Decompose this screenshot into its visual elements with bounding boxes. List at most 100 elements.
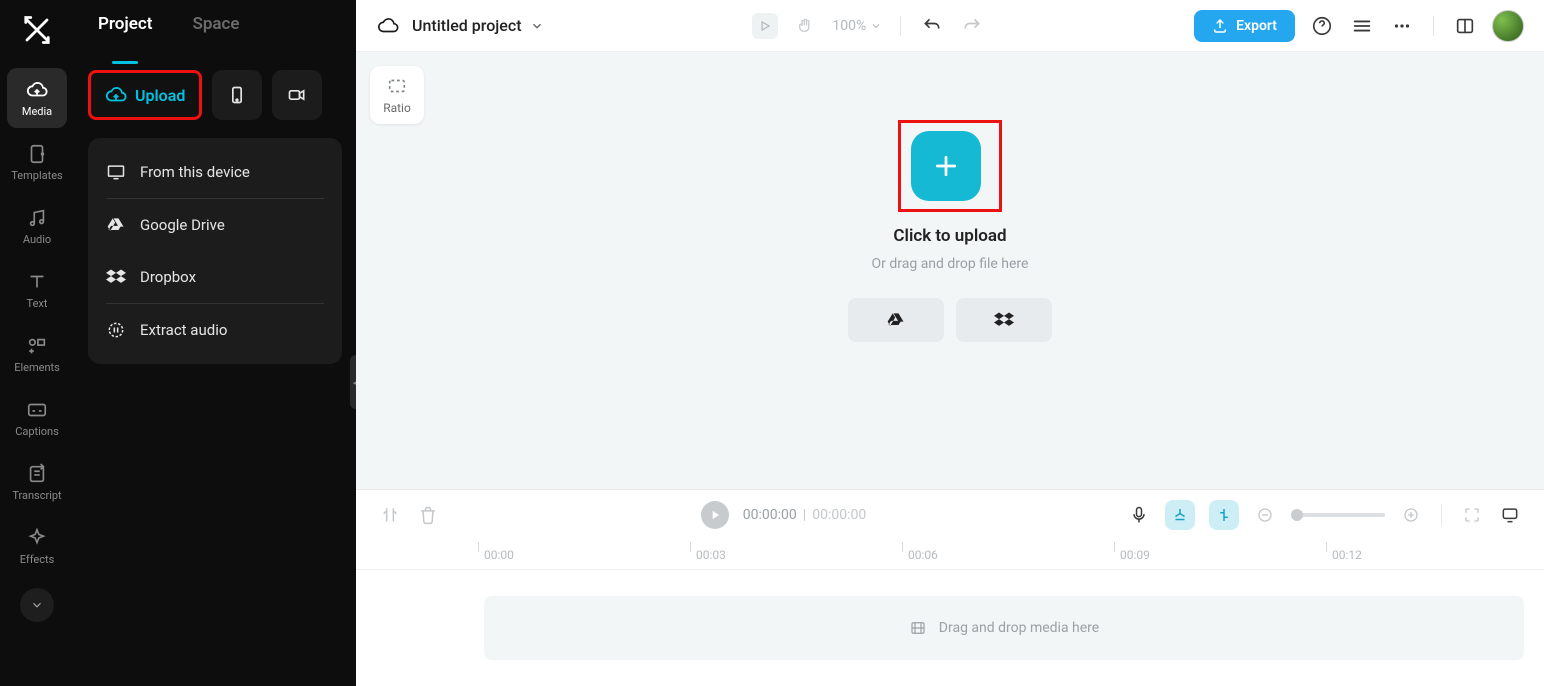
google-drive-icon xyxy=(106,215,126,235)
rail-label: Media xyxy=(22,105,52,118)
hand-pan-button[interactable] xyxy=(792,13,818,39)
rail-label: Effects xyxy=(20,553,55,566)
fit-timeline-button[interactable] xyxy=(1460,503,1484,527)
rail-label: Captions xyxy=(15,425,59,438)
redo-button[interactable] xyxy=(959,13,985,39)
menu-label: From this device xyxy=(140,163,250,181)
tab-project[interactable]: Project xyxy=(98,14,152,52)
text-icon xyxy=(26,271,48,293)
phone-button[interactable] xyxy=(212,70,262,120)
rail-audio[interactable]: Audio xyxy=(7,196,67,256)
delete-button[interactable] xyxy=(416,503,440,527)
rail-elements[interactable]: Elements xyxy=(7,324,67,384)
film-icon xyxy=(909,619,927,637)
split-button[interactable] xyxy=(378,503,402,527)
rail-media[interactable]: Media xyxy=(7,68,67,128)
timeline-drop-zone[interactable]: Drag and drop media here xyxy=(484,596,1524,660)
current-time: 00:00:00 xyxy=(743,507,797,523)
play-preview-button[interactable] xyxy=(752,13,778,39)
phone-icon xyxy=(227,85,247,105)
elements-icon xyxy=(26,335,48,357)
ratio-button[interactable]: Ratio xyxy=(370,66,424,124)
upload-menu: From this device Google Drive Dropbox xyxy=(88,138,342,364)
dropbox-upload-button[interactable] xyxy=(956,298,1052,342)
layout-toggle-button[interactable] xyxy=(1452,13,1478,39)
chevron-down-icon xyxy=(530,19,544,33)
google-drive-upload-button[interactable] xyxy=(848,298,944,342)
zoom-slider[interactable] xyxy=(1291,513,1385,517)
timeline-ruler[interactable]: 00:00 00:03 00:06 00:09 00:12 xyxy=(356,540,1544,570)
snap-toggle[interactable] xyxy=(1209,500,1239,530)
cloud-upload-icon xyxy=(105,84,127,106)
preview-monitor-button[interactable] xyxy=(1498,503,1522,527)
cloud-upload-icon xyxy=(26,79,48,101)
transcript-icon xyxy=(26,463,48,485)
ruler-tick: 00:09 xyxy=(1120,548,1332,562)
menu-label: Google Drive xyxy=(140,216,225,234)
ruler-tick: 00:06 xyxy=(908,548,1120,562)
magnetic-toggle[interactable] xyxy=(1165,500,1195,530)
menu-from-device[interactable]: From this device xyxy=(88,146,342,198)
upload-label: Upload xyxy=(135,86,185,105)
rail-label: Audio xyxy=(23,233,51,246)
stacks-button[interactable] xyxy=(1349,13,1375,39)
rail-text[interactable]: Text xyxy=(7,260,67,320)
mic-button[interactable] xyxy=(1127,503,1151,527)
topbar: Untitled project 100% xyxy=(356,0,1544,52)
tab-space[interactable]: Space xyxy=(192,14,239,52)
rail-label: Elements xyxy=(14,361,60,374)
captions-icon xyxy=(26,399,48,421)
cloud-status-icon[interactable] xyxy=(376,14,400,38)
zoom-in-button[interactable] xyxy=(1399,503,1423,527)
divider xyxy=(900,16,901,36)
menu-extract-audio[interactable]: Extract audio xyxy=(88,304,342,356)
timeline-play-button[interactable] xyxy=(701,501,729,529)
export-label: Export xyxy=(1236,18,1277,34)
extract-audio-icon xyxy=(106,320,126,340)
help-button[interactable] xyxy=(1309,13,1335,39)
preview-canvas: Ratio Click to upload Or drag and drop f… xyxy=(356,52,1544,489)
record-button[interactable] xyxy=(272,70,322,120)
sparkle-icon xyxy=(26,527,48,549)
export-icon xyxy=(1212,18,1228,34)
app-logo[interactable] xyxy=(15,8,59,52)
music-icon xyxy=(26,207,48,229)
menu-dropbox[interactable]: Dropbox xyxy=(88,251,342,303)
divider xyxy=(1441,504,1442,526)
avatar[interactable] xyxy=(1492,10,1524,42)
menu-label: Extract audio xyxy=(140,321,227,339)
rail-captions[interactable]: Captions xyxy=(7,388,67,448)
time-display: 00:00:00 | 00:00:00 xyxy=(743,507,866,523)
monitor-icon xyxy=(106,162,126,182)
rail-effects[interactable]: Effects xyxy=(7,516,67,576)
drag-drop-subtitle: Or drag and drop file here xyxy=(872,256,1029,272)
ruler-tick: 00:00 xyxy=(484,548,696,562)
export-button[interactable]: Export xyxy=(1194,10,1295,42)
dropbox-icon xyxy=(994,310,1014,330)
undo-button[interactable] xyxy=(919,13,945,39)
rail-transcript[interactable]: Transcript xyxy=(7,452,67,512)
google-drive-icon xyxy=(886,310,906,330)
dropbox-icon xyxy=(106,267,126,287)
camera-icon xyxy=(287,85,307,105)
project-name-dropdown[interactable]: Untitled project xyxy=(412,16,544,35)
ratio-label: Ratio xyxy=(383,101,411,115)
menu-label: Dropbox xyxy=(140,268,196,286)
ruler-tick: 00:03 xyxy=(696,548,908,562)
upload-button[interactable]: Upload xyxy=(88,70,202,120)
rail-label: Text xyxy=(27,297,48,310)
project-title: Untitled project xyxy=(412,16,522,35)
rail-label: Transcript xyxy=(12,489,61,502)
upload-plus-button[interactable] xyxy=(911,131,981,201)
drop-zone-label: Drag and drop media here xyxy=(939,620,1099,636)
more-button[interactable] xyxy=(1389,13,1415,39)
menu-google-drive[interactable]: Google Drive xyxy=(88,199,342,251)
click-to-upload-label: Click to upload xyxy=(893,226,1006,246)
templates-icon xyxy=(26,143,48,165)
rail-templates[interactable]: Templates xyxy=(7,132,67,192)
zoom-out-button[interactable] xyxy=(1253,503,1277,527)
rail-expand-button[interactable] xyxy=(20,588,54,622)
zoom-dropdown[interactable]: 100% xyxy=(832,18,882,34)
total-time: 00:00:00 xyxy=(812,507,866,523)
zoom-value: 100% xyxy=(832,18,866,34)
